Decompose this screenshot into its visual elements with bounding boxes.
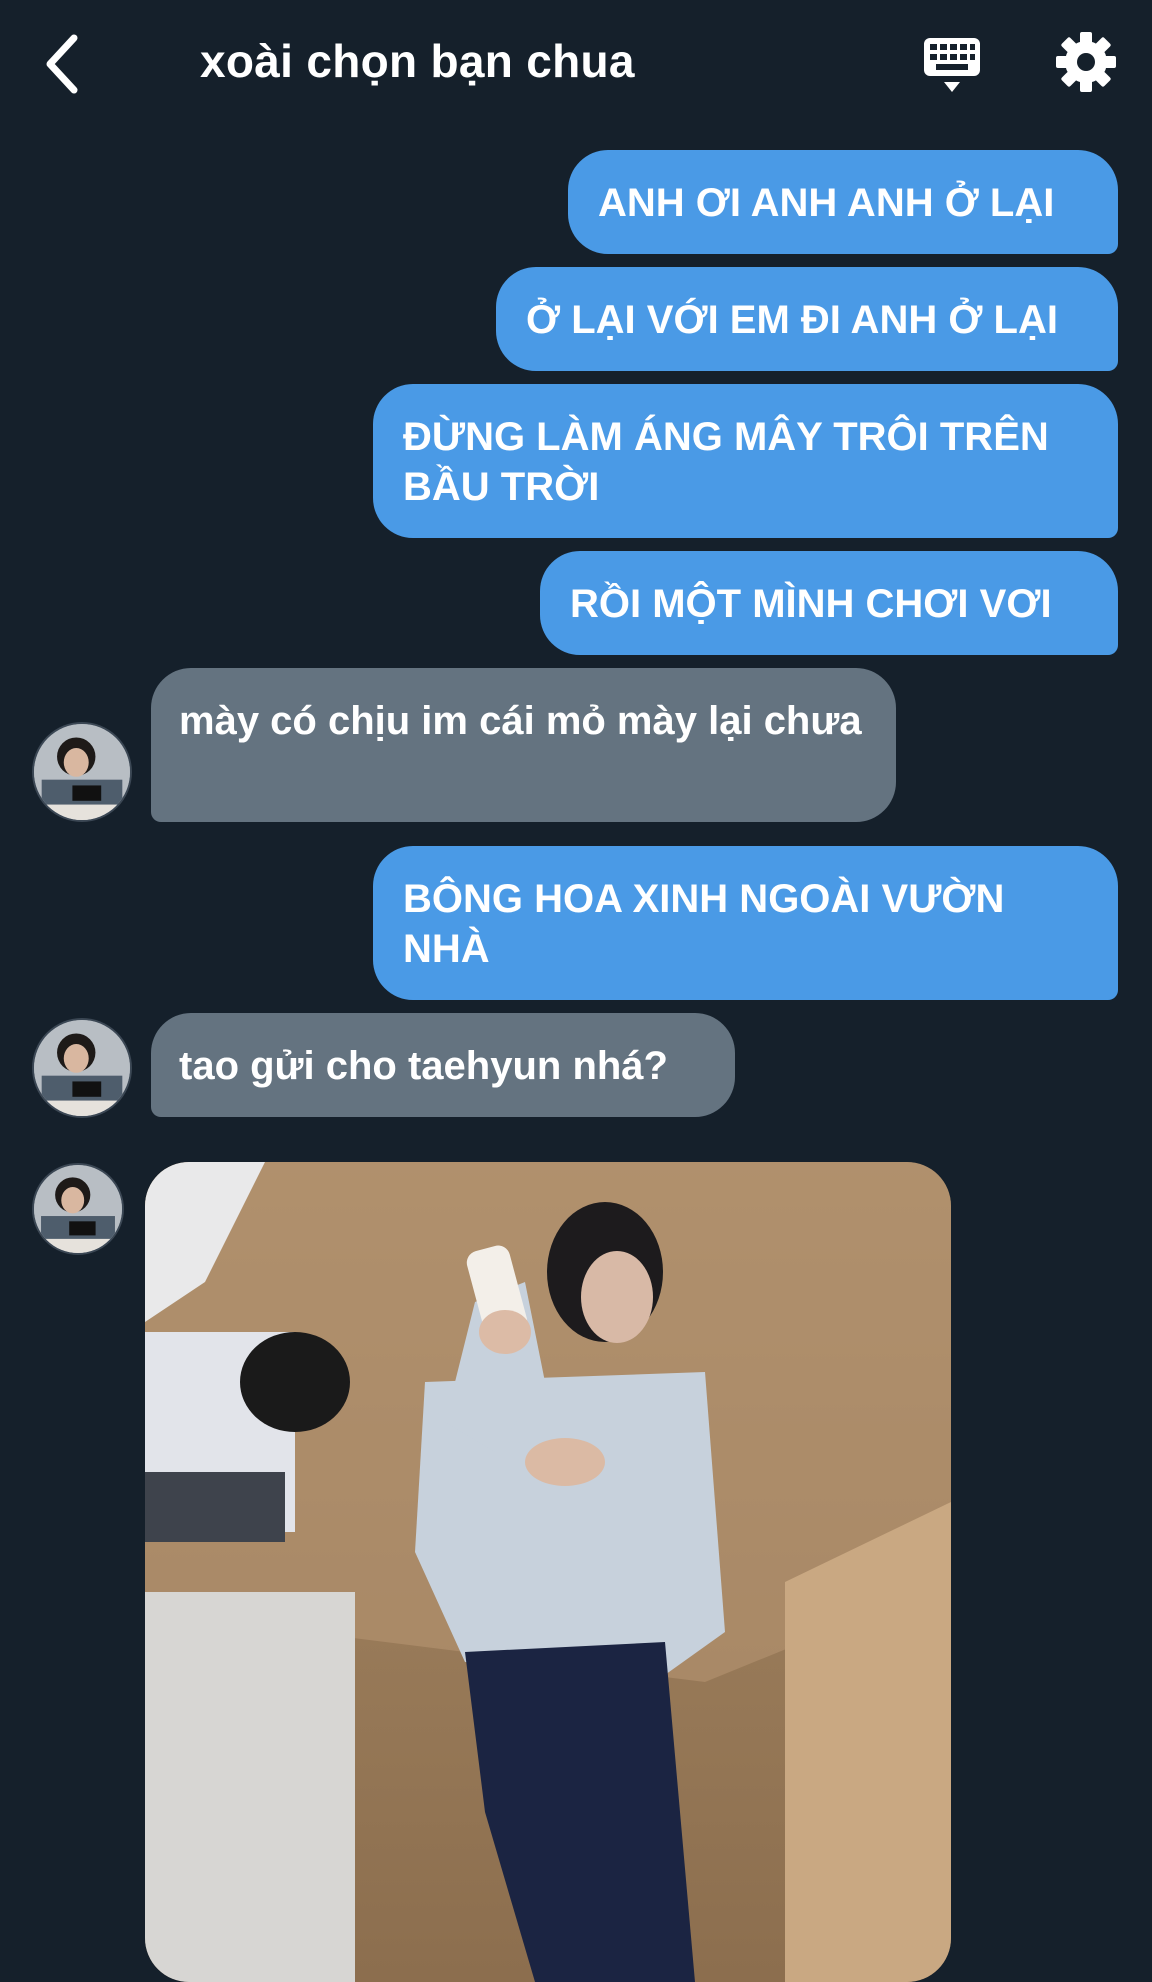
message-bubble-outgoing[interactable]: RỒI MỘT MÌNH CHƠI VƠI xyxy=(540,551,1118,655)
message-bubble-outgoing[interactable]: BÔNG HOA XINH NGOÀI VƯỜN NHÀ xyxy=(373,846,1118,1000)
avatar[interactable] xyxy=(32,722,132,822)
avatar[interactable] xyxy=(32,1163,124,1255)
message-image[interactable] xyxy=(145,1162,951,1982)
message-bubble-outgoing[interactable]: Ở LẠI VỚI EM ĐI ANH Ở LẠI xyxy=(496,267,1118,371)
message-bubble-incoming[interactable]: mày có chịu im cái mỏ mày lại chưa xyxy=(151,668,896,822)
settings-button[interactable] xyxy=(1054,30,1118,94)
chat-header: xoài chọn bạn chua xyxy=(0,0,1152,130)
conversation-title[interactable]: xoài chọn bạn chua xyxy=(200,34,635,88)
person-avatar-icon xyxy=(34,1165,122,1253)
keyboard-icon xyxy=(924,38,980,92)
message-bubble-outgoing[interactable]: ANH ƠI ANH ANH Ở LẠI xyxy=(568,150,1118,254)
person-avatar-icon xyxy=(34,1020,130,1116)
person-avatar-icon xyxy=(34,724,130,820)
photo-of-person-icon xyxy=(145,1162,951,1982)
avatar[interactable] xyxy=(32,1018,132,1118)
message-bubble-incoming[interactable]: tao gửi cho taehyun nhá? xyxy=(151,1013,735,1117)
chevron-left-icon xyxy=(46,34,78,94)
keyboard-button[interactable] xyxy=(918,30,986,98)
gear-icon xyxy=(1056,32,1116,92)
back-button[interactable] xyxy=(36,28,100,100)
message-bubble-outgoing[interactable]: ĐỪNG LÀM ÁNG MÂY TRÔI TRÊN BẦU TRỜI xyxy=(373,384,1118,538)
